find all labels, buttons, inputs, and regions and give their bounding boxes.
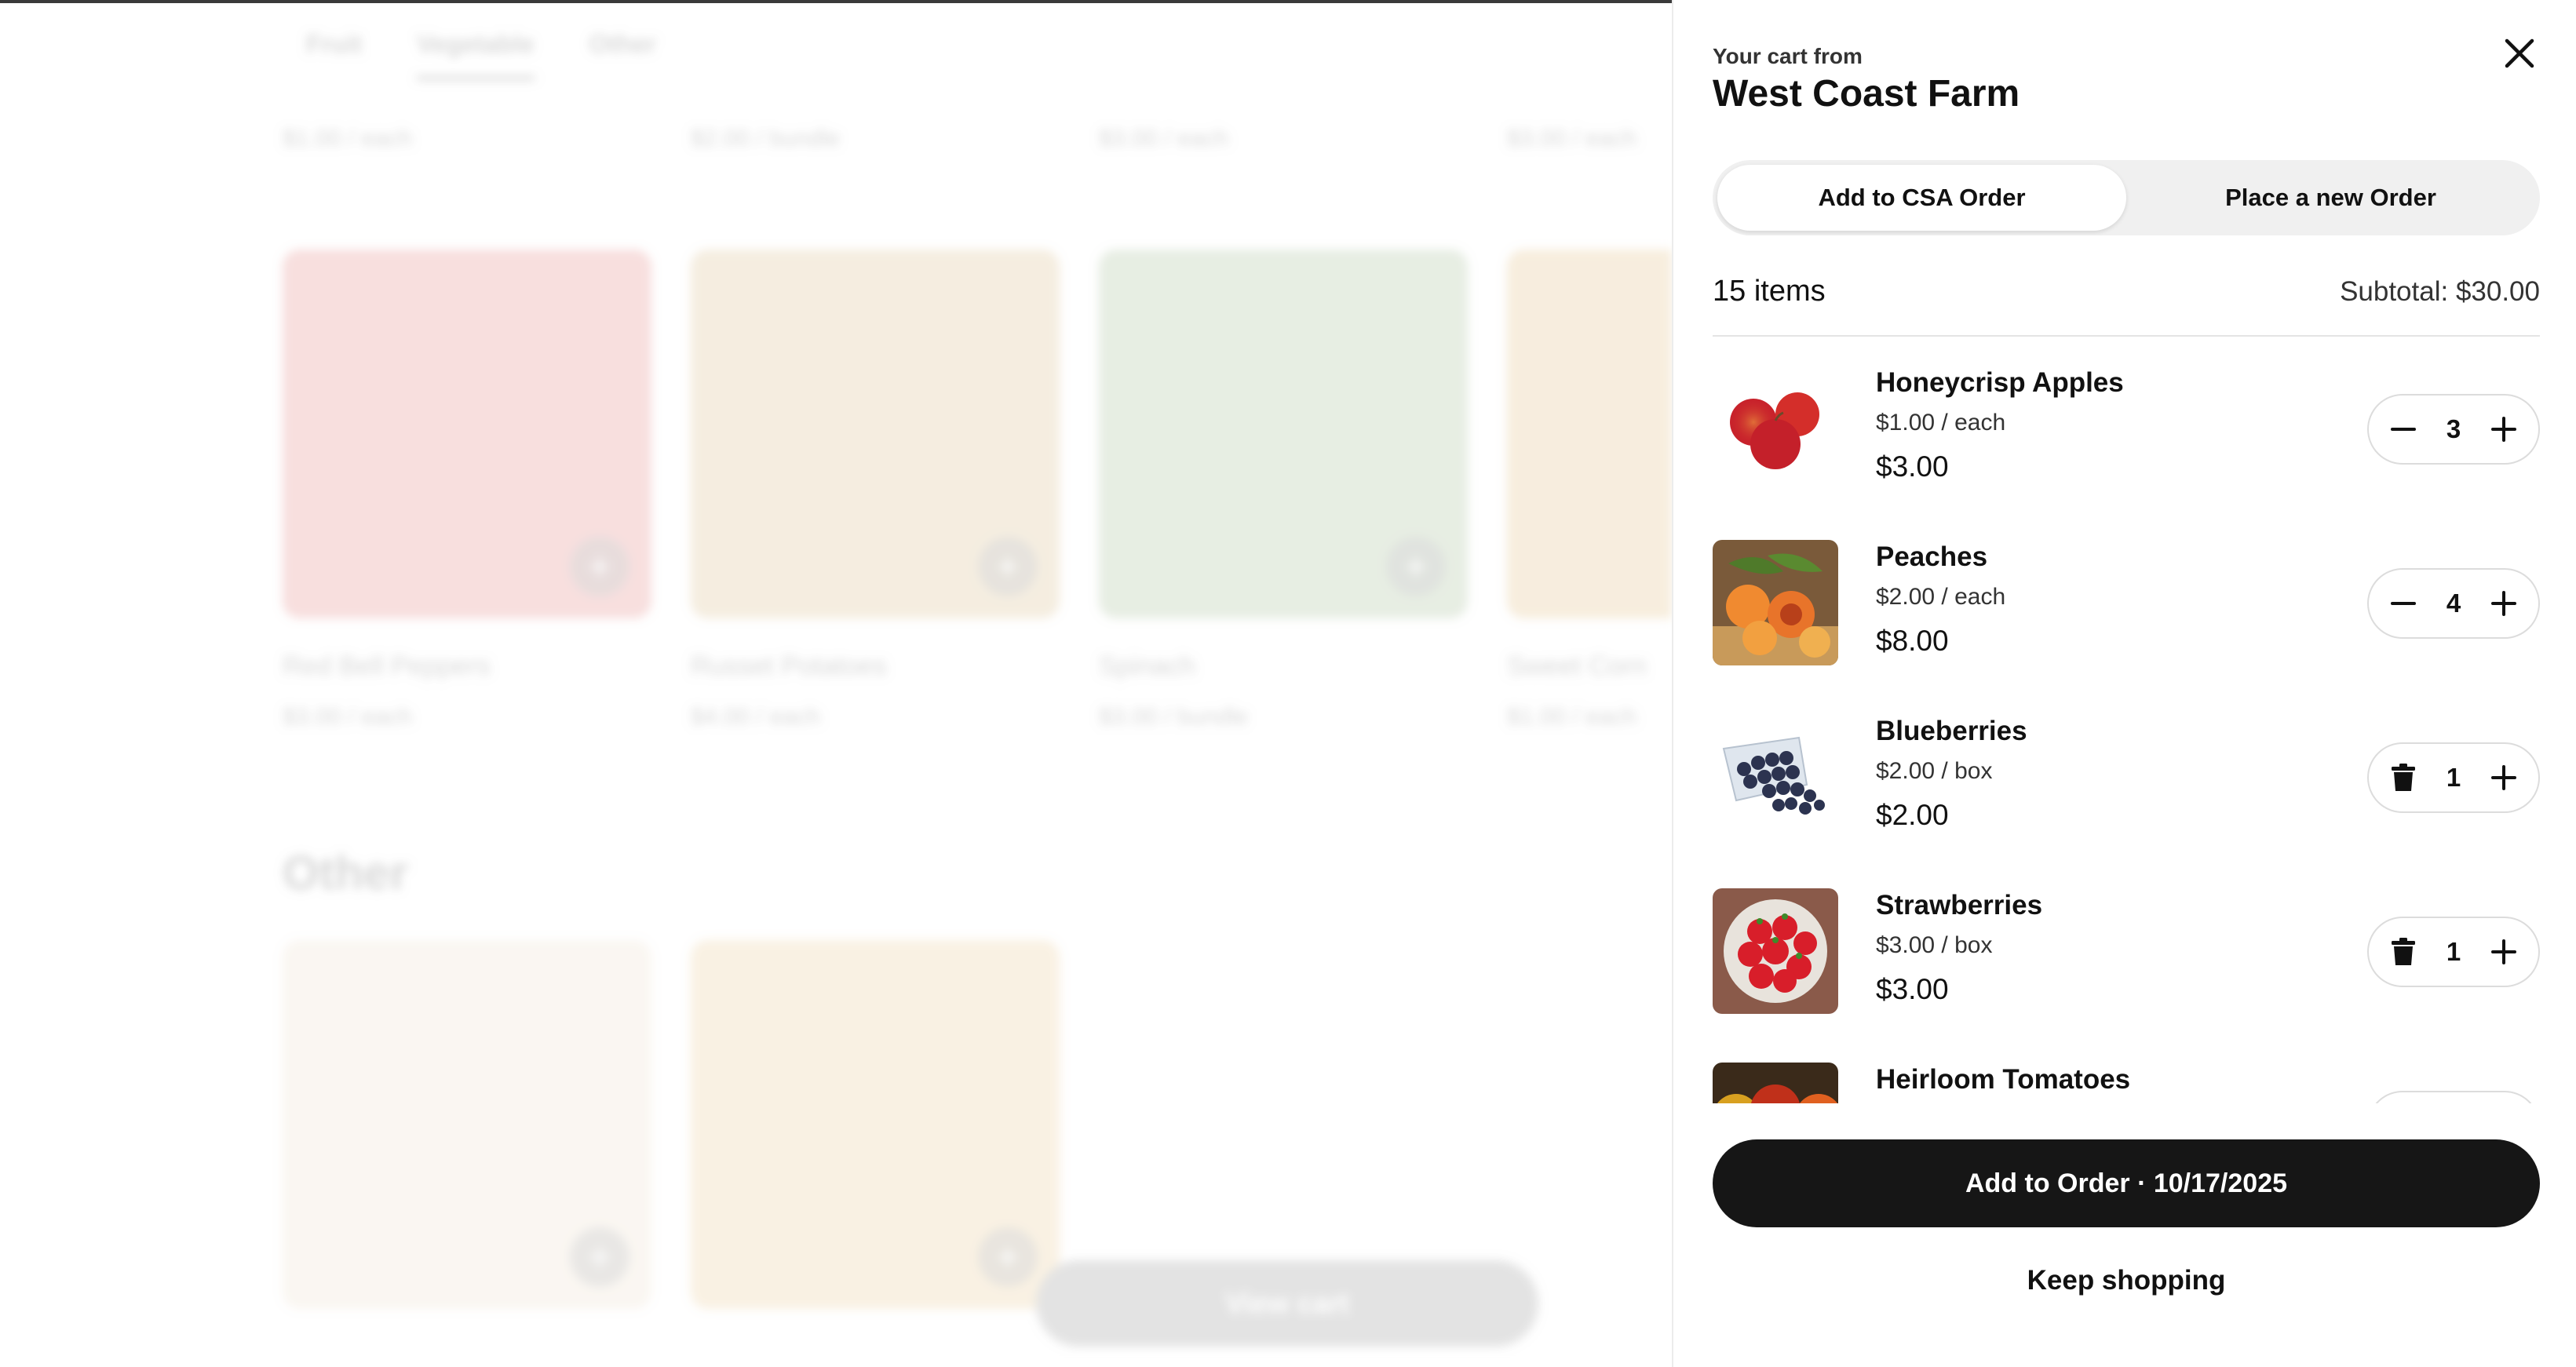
item-image-peaches <box>1713 540 1838 665</box>
quantity-stepper: 4 <box>2367 568 2540 639</box>
add-to-csa-order-option[interactable]: Add to CSA Order <box>1717 165 2126 231</box>
item-name: Strawberries <box>1876 890 2043 920</box>
cart-item: Blueberries $2.00 / box $2.00 1 <box>1713 694 2540 868</box>
item-unit-price: $2.00 / each <box>1876 584 2006 610</box>
item-unit-price: $3.00 / box <box>1876 932 1993 958</box>
item-total: $8.00 <box>1876 625 1949 657</box>
order-mode-toggle: Add to CSA Order Place a new Order <box>1713 160 2540 235</box>
add-to-order-button[interactable]: Add to Order · 10/17/2025 <box>1713 1139 2540 1227</box>
top-border <box>0 0 1672 3</box>
quantity-value: 1 <box>2446 937 2461 966</box>
plus-icon[interactable] <box>2483 583 2524 624</box>
quantity-stepper: 1 <box>2367 917 2540 987</box>
overlay-scrim[interactable] <box>0 0 1672 1367</box>
subtotal: Subtotal: $30.00 <box>2340 275 2540 307</box>
item-unit-price: $1.00 / each <box>1876 410 2006 436</box>
item-total: $3.00 <box>1876 450 1949 483</box>
cart-drawer: Your cart from West Coast Farm Add to CS… <box>1672 0 2576 1367</box>
cart-item: Peaches $2.00 / each $8.00 4 <box>1713 519 2540 694</box>
plus-icon[interactable] <box>2483 409 2524 450</box>
item-unit-price: $2.00 / box <box>1876 758 1993 784</box>
keep-shopping-link[interactable]: Keep shopping <box>1713 1265 2540 1296</box>
item-name: Blueberries <box>1876 716 2027 746</box>
plus-icon[interactable] <box>2483 931 2524 972</box>
item-image-tomatoes <box>1713 1063 1838 1103</box>
quantity-value: 1 <box>2446 763 2461 792</box>
item-count: 15 items <box>1713 275 1826 308</box>
close-icon[interactable] <box>2499 33 2540 74</box>
item-image-apples <box>1713 366 1838 491</box>
cart-items-list[interactable]: Honeycrisp Apples $1.00 / each $3.00 3 P… <box>1713 345 2540 1103</box>
minus-icon[interactable] <box>2383 409 2424 450</box>
quantity-stepper <box>2367 1091 2540 1103</box>
quantity-stepper: 1 <box>2367 742 2540 813</box>
farm-name: West Coast Farm <box>1713 73 2020 115</box>
item-total: $2.00 <box>1876 799 1949 831</box>
item-name: Heirloom Tomatoes <box>1876 1064 2131 1095</box>
trash-icon[interactable] <box>2383 931 2424 972</box>
cart-item: Heirloom Tomatoes <box>1713 1042 2540 1103</box>
plus-icon[interactable] <box>2483 757 2524 798</box>
divider <box>1713 335 2540 337</box>
item-image-blueberries <box>1713 714 1838 840</box>
cart-from-label: Your cart from <box>1713 44 1863 68</box>
minus-icon[interactable] <box>2383 583 2424 624</box>
place-new-order-option[interactable]: Place a new Order <box>2126 165 2535 231</box>
trash-icon[interactable] <box>2383 757 2424 798</box>
quantity-value: 4 <box>2446 589 2461 618</box>
cart-item: Strawberries $3.00 / box $3.00 1 <box>1713 868 2540 1042</box>
quantity-stepper: 3 <box>2367 394 2540 465</box>
quantity-value: 3 <box>2446 414 2461 443</box>
cart-summary: 15 items Subtotal: $30.00 <box>1713 275 2540 308</box>
item-name: Honeycrisp Apples <box>1876 367 2124 398</box>
cart-item: Honeycrisp Apples $1.00 / each $3.00 3 <box>1713 345 2540 519</box>
item-image-strawberries <box>1713 888 1838 1014</box>
item-name: Peaches <box>1876 541 1988 572</box>
item-total: $3.00 <box>1876 973 1949 1005</box>
